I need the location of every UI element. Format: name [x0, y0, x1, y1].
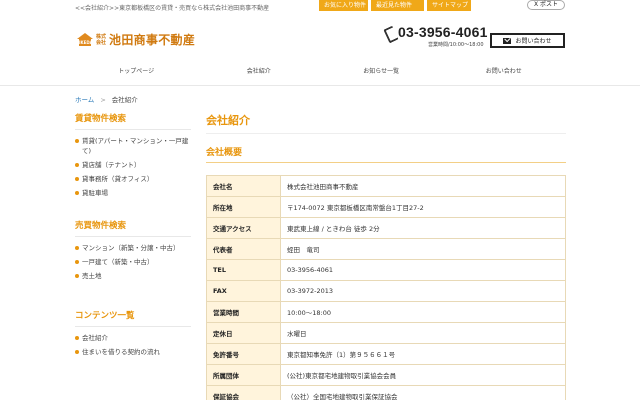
row-label: 営業時間 [206, 301, 281, 323]
nav-contact[interactable]: お問い合わせ [443, 62, 566, 82]
row-value: （公社）全国宅地建物取引業保証協会 [280, 385, 566, 400]
sidebar-title-contents: コンテンツ一覧 [75, 309, 191, 327]
business-hours: 営業時間/10:00〜18:00 [428, 42, 484, 48]
nav-news[interactable]: お知らせ一覧 [320, 62, 443, 82]
page-title: 会社紹介 [206, 112, 566, 134]
company-info-table: 会社名 株式会社池田商事不動産 所在地 〒174-0072 東京都板橋区南常盤台1丁… [206, 175, 566, 400]
sidebar-item-rental-store[interactable]: 貸店舗（テナント） [75, 160, 191, 170]
row-value: 東京都知事免許（1）第９５６６１号 [280, 343, 566, 365]
table-row: 交通アクセス 東武東上線 / ときわ台 徒歩 2分 [206, 217, 566, 239]
logo-company-name: 池田商事不動産 [109, 33, 196, 47]
row-label: 代表者 [206, 238, 281, 260]
table-row: 免許番号 東京都知事免許（1）第９５６６１号 [206, 343, 566, 365]
row-value: 東武東上線 / ときわ台 徒歩 2分 [280, 217, 566, 239]
breadcrumb-current: 会社紹介 [111, 96, 138, 104]
sidebar-item-sale-land[interactable]: 売土地 [75, 271, 191, 281]
row-value: 〒174-0072 東京都板橋区南常盤台1丁目27-2 [280, 196, 566, 218]
table-row: FAX 03-3972-2013 [206, 280, 566, 302]
row-value: (公社)東京都宅地建物取引業協会会員 [280, 364, 566, 386]
row-value: 株式会社池田商事不動産 [280, 175, 566, 197]
sidebar-item-sale-mansion[interactable]: マンション（新築・分譲・中古） [75, 243, 191, 253]
recently-viewed-button[interactable]: 最近見た物件 [371, 0, 424, 11]
sidebar-item-rental-office[interactable]: 貸事務所（貸オフィス） [75, 174, 191, 184]
logo-mark-text: IKEDA [79, 38, 93, 46]
sidebar-title-rental: 賃貸物件検索 [75, 112, 191, 130]
global-nav: トップページ 会社紹介 お知らせ一覧 お問い合わせ [75, 62, 565, 82]
site-logo[interactable]: IKEDA 株式 会社 池田商事不動産 [77, 31, 195, 48]
row-label: 交通アクセス [206, 217, 281, 239]
sidebar-item-rental-flow[interactable]: 住まいを借りる契約の流れ [75, 347, 191, 357]
table-row: 会社名 株式会社池田商事不動産 [206, 175, 566, 197]
table-row: 定休日 水曜日 [206, 322, 566, 344]
table-row: 保証協会 （公社）全国宅地建物取引業保証協会 [206, 385, 566, 400]
row-label: 所属団体 [206, 364, 281, 386]
logo-small-2: 会社 [96, 39, 107, 46]
row-label: 所在地 [206, 196, 281, 218]
contact-button[interactable]: お問い合わせ [490, 33, 565, 48]
nav-top-page[interactable]: トップページ [75, 62, 198, 82]
row-value: 03-3956-4061 [280, 259, 566, 281]
row-label: TEL [206, 259, 281, 281]
breadcrumb: ホーム > 会社紹介 [75, 94, 138, 104]
contact-button-label: お問い合わせ [515, 38, 552, 45]
table-row: 所在地 〒174-0072 東京都板橋区南常盤台1丁目27-2 [206, 196, 566, 218]
breadcrumb-home[interactable]: ホーム [75, 96, 94, 104]
logo-corp-type: 株式 会社 [96, 34, 106, 46]
row-label: 会社名 [206, 175, 281, 197]
utility-buttons: お気に入り物件 最近見た物件 サイトマップ [319, 0, 471, 11]
site-tagline: <<会社紹介>>東京都板橋区の賃貸・売買なら株式会社池田商事不動産 [75, 5, 270, 12]
row-value: 水曜日 [280, 322, 566, 344]
table-row: 代表者 蛭田 竜司 [206, 238, 566, 260]
table-row: 所属団体 (公社)東京都宅地建物取引業協会会員 [206, 364, 566, 386]
contents-block: コンテンツ一覧 会社紹介 住まいを借りる契約の流れ [75, 309, 191, 357]
row-label: 定休日 [206, 322, 281, 344]
sidebar-item-rental-parking[interactable]: 貸駐車場 [75, 188, 191, 198]
row-label: FAX [206, 280, 281, 302]
phone-icon [385, 27, 395, 38]
favorites-button[interactable]: お気に入り物件 [319, 0, 368, 11]
phone-block: 03-3956-4061 [385, 24, 488, 40]
nav-company[interactable]: 会社紹介 [198, 62, 321, 82]
sidebar-title-sale: 売買物件検索 [75, 219, 191, 237]
mail-icon [503, 37, 512, 44]
row-label: 保証協会 [206, 385, 281, 400]
row-value: 10:00〜18:00 [280, 301, 566, 323]
table-row: 営業時間 10:00〜18:00 [206, 301, 566, 323]
phone-number: 03-3956-4061 [398, 24, 488, 40]
table-row: TEL 03-3956-4061 [206, 259, 566, 281]
sidebar-item-sale-house[interactable]: 一戸建て（新築・中古） [75, 257, 191, 267]
sitemap-button[interactable]: サイトマップ [427, 0, 471, 11]
sidebar-item-company[interactable]: 会社紹介 [75, 333, 191, 343]
section-title: 会社概要 [206, 145, 566, 163]
x-post-button[interactable]: X ポスト [527, 0, 565, 10]
header-divider [0, 85, 640, 86]
sidebar: 賃貸物件検索 賃貸(アパート・マンション・一戸建て) 貸店舗（テナント） 貸事務… [75, 112, 191, 361]
main-content: 会社紹介 会社概要 会社名 株式会社池田商事不動産 所在地 〒174-0072 東京… [206, 112, 566, 400]
row-label: 免許番号 [206, 343, 281, 365]
rental-search-block: 賃貸物件検索 賃貸(アパート・マンション・一戸建て) 貸店舗（テナント） 貸事務… [75, 112, 191, 198]
breadcrumb-separator: > [100, 96, 106, 104]
house-logo-icon: IKEDA [77, 32, 93, 47]
sidebar-item-rental-residence[interactable]: 賃貸(アパート・マンション・一戸建て) [75, 136, 191, 156]
row-value: 03-3972-2013 [280, 280, 566, 302]
row-value: 蛭田 竜司 [280, 238, 566, 260]
sale-search-block: 売買物件検索 マンション（新築・分譲・中古） 一戸建て（新築・中古） 売土地 [75, 219, 191, 281]
